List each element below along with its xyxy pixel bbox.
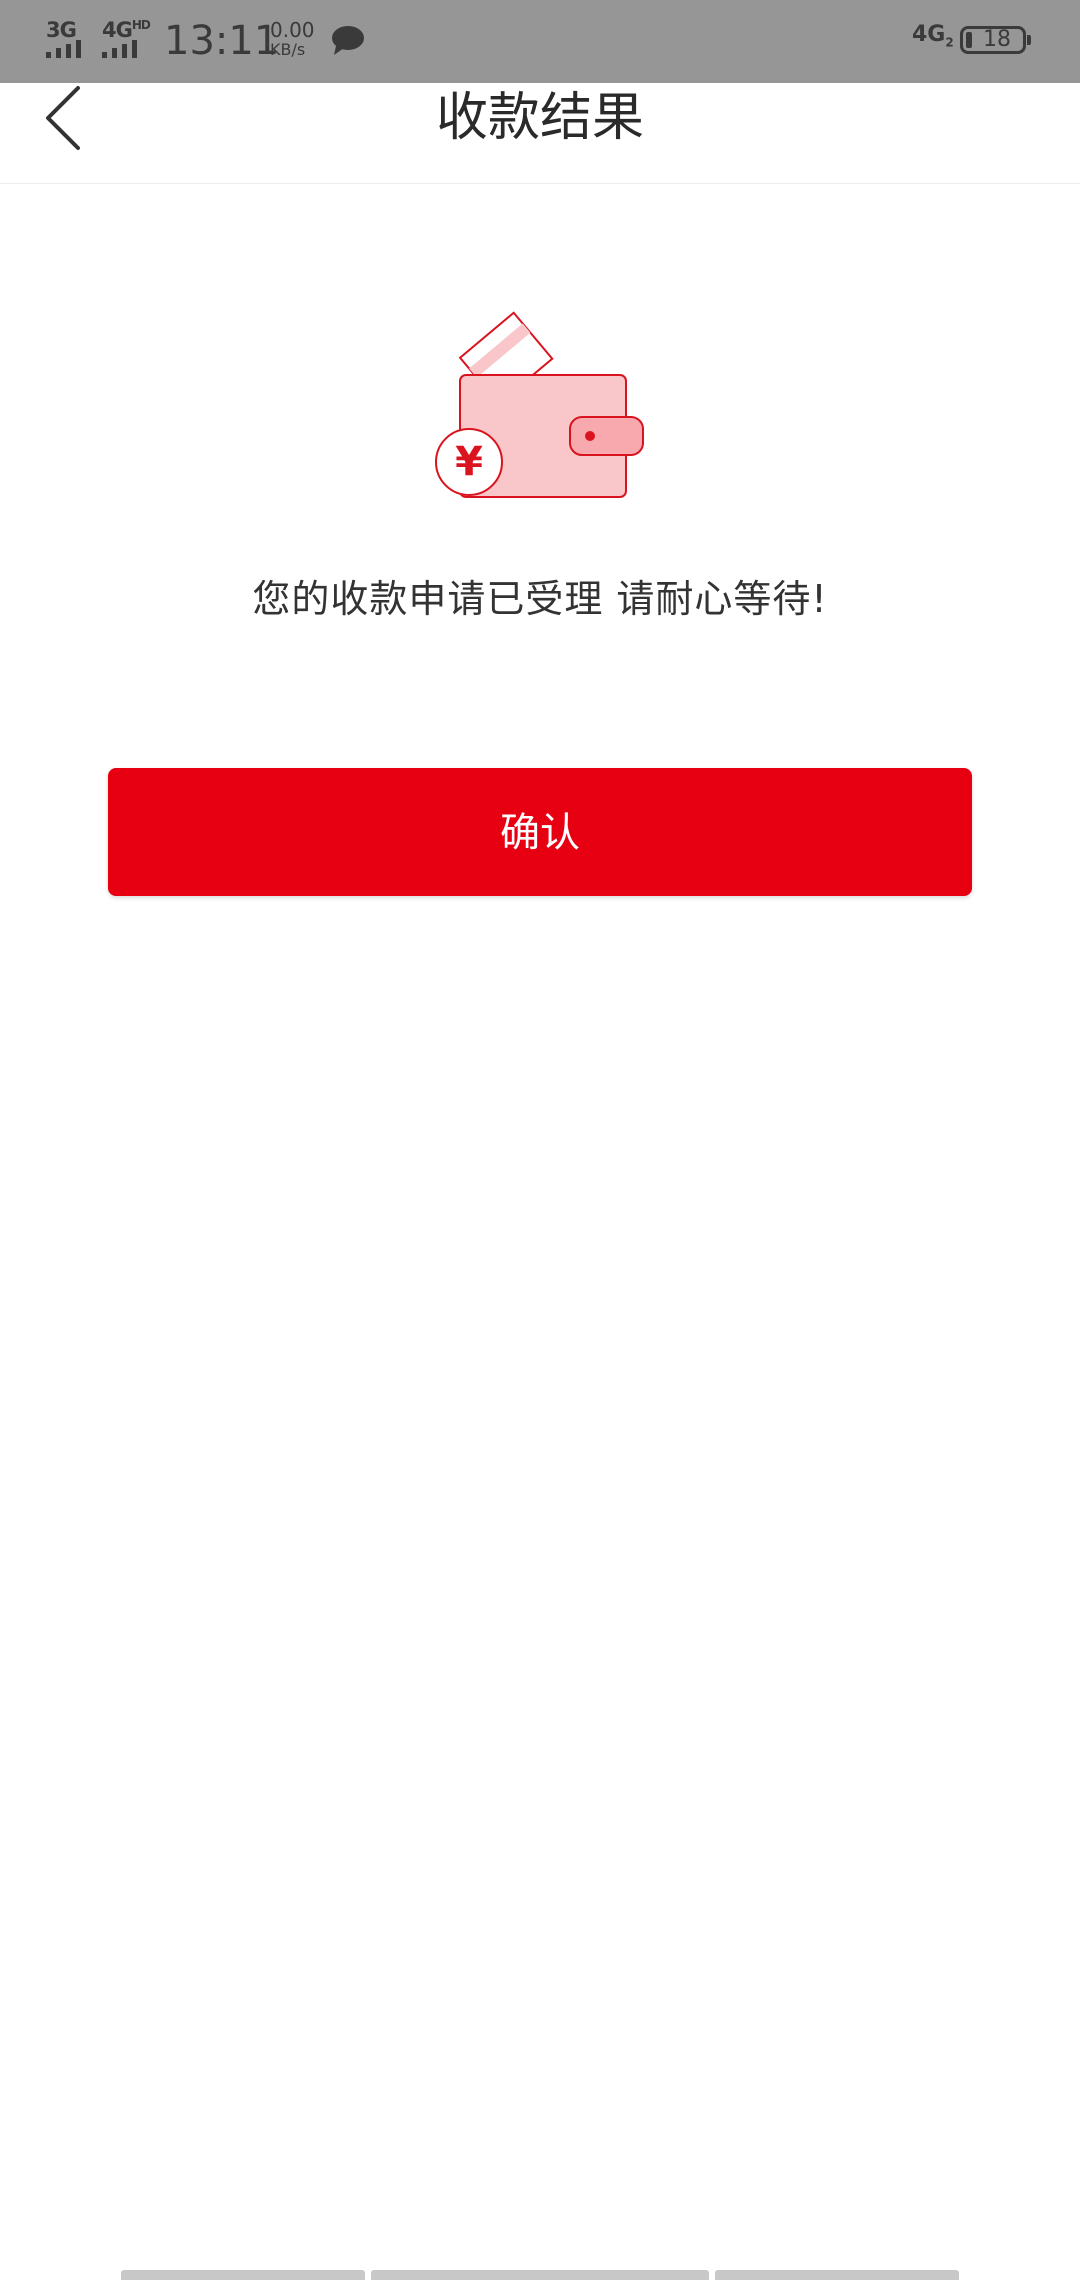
signal-icon [46, 40, 81, 58]
clock: 13:11 [164, 18, 280, 64]
network-type-label: 3G [46, 18, 77, 42]
navigation-header: 收款结果 [0, 83, 1080, 184]
confirm-button[interactable]: 确认 [108, 768, 972, 896]
battery-icon: 18 [960, 26, 1031, 54]
svg-text:¥: ¥ [455, 439, 483, 485]
nav-handle[interactable] [371, 2270, 709, 2280]
signal-icon [102, 40, 137, 58]
bottom-nav-handles [0, 2270, 1080, 2280]
wallet-yuan-icon: ¥ [430, 305, 650, 505]
network-type-label: 4G2 [912, 22, 954, 50]
nav-handle[interactable] [121, 2270, 365, 2280]
network-type-label: 4GHD [102, 18, 151, 42]
network-speed: 0.00 KB/s [270, 18, 315, 59]
page-title: 收款结果 [435, 88, 644, 148]
status-bar: 3G 4GHD 13:11 0.00 KB/s 4G2 18 [0, 0, 1080, 83]
nav-handle[interactable] [715, 2270, 959, 2280]
status-message: 您的收款申请已受理 请耐心等待! [252, 577, 828, 621]
chat-bubble-icon [330, 24, 366, 60]
